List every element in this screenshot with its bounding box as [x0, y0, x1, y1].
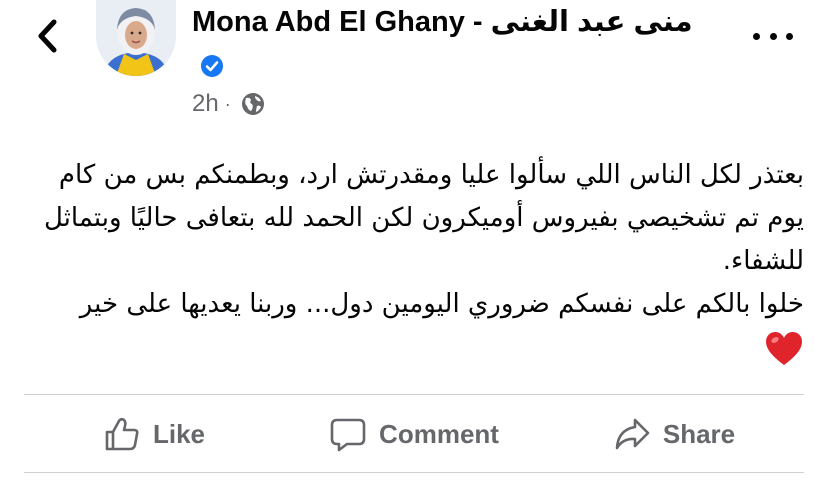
actions-bottom-divider: [24, 472, 804, 473]
more-dot-icon: [786, 32, 793, 40]
more-options-button[interactable]: [753, 22, 793, 50]
actions-top-divider: [24, 394, 804, 395]
verified-badge-icon: [201, 55, 223, 77]
comment-button[interactable]: Comment: [284, 415, 544, 453]
post-body: بعتذر لكل الناس اللي سألوا عليا ومقدرتش …: [20, 154, 804, 326]
back-button[interactable]: [30, 16, 64, 56]
author-photo: [96, 0, 176, 76]
like-label: Like: [152, 418, 206, 449]
post-meta: 2h ·: [192, 90, 265, 118]
red-heart-emoji: [766, 332, 802, 365]
globe-icon[interactable]: [241, 92, 265, 116]
post-paragraph: بعتذر لكل الناس اللي سألوا عليا ومقدرتش …: [43, 160, 804, 276]
avatar[interactable]: [96, 0, 176, 76]
meta-separator: ·: [224, 93, 231, 114]
like-button[interactable]: Like: [24, 415, 284, 453]
comment-icon: [330, 418, 366, 452]
author-name[interactable]: Mona Abd El Ghany - منى عبد الغنى: [192, 4, 693, 39]
post-timestamp[interactable]: 2h: [192, 90, 219, 118]
comment-label: Comment: [379, 418, 499, 449]
share-icon: [615, 418, 650, 450]
share-button[interactable]: Share: [544, 415, 804, 453]
more-dot-icon: [769, 32, 777, 40]
more-dot-icon: [753, 32, 760, 40]
post-actions-bar: Like Comment Share: [24, 396, 804, 472]
chevron-left-icon: [38, 19, 57, 53]
thumbs-up-icon: [105, 417, 139, 451]
share-label: Share: [662, 418, 736, 449]
post-paragraph: خلوا بالكم على نفسكم ضروري اليومين دول..…: [79, 289, 804, 319]
